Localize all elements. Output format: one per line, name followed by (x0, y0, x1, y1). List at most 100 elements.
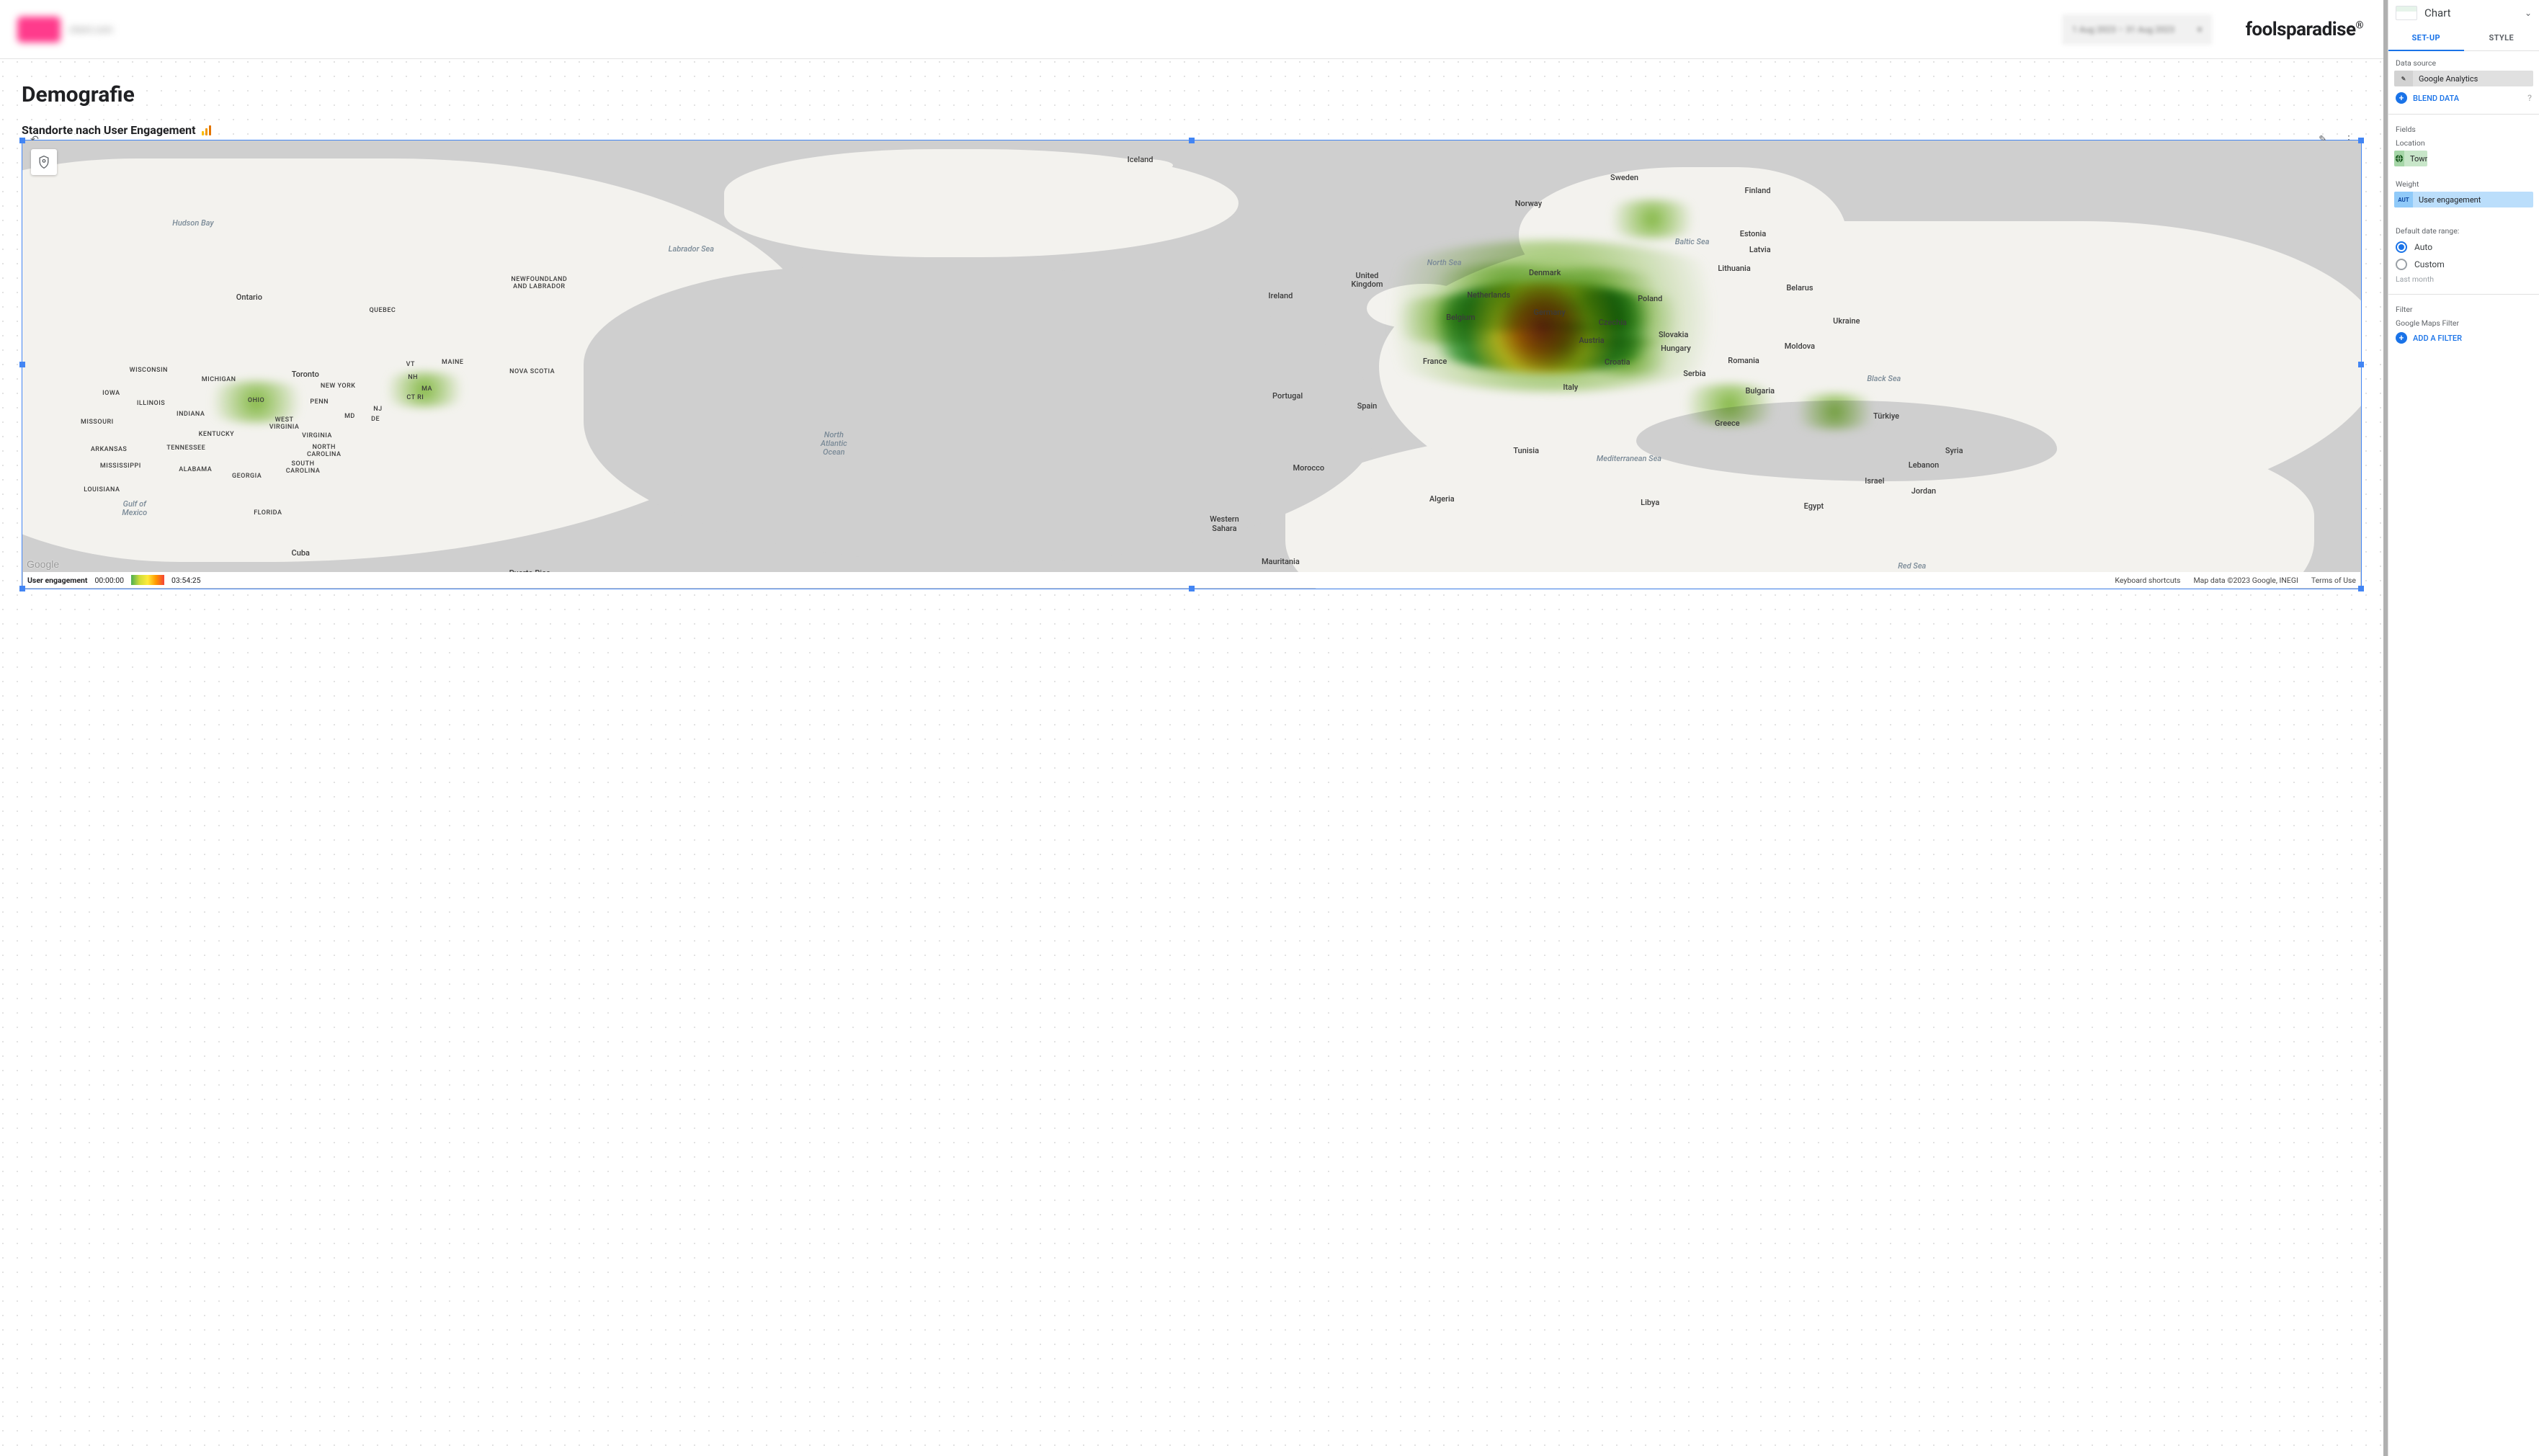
chart-type-thumb (2396, 6, 2417, 20)
date-range-text: 1 Aug 2023 – 31 Aug 2023 (2072, 24, 2174, 35)
map-label: Bulgaria (1745, 387, 1775, 396)
section-filter: Filter (2388, 298, 2539, 317)
map-label: Croatia (1605, 358, 1630, 367)
location-field-chip[interactable]: Town/City (2394, 151, 2427, 166)
map-label: Lebanon (1909, 461, 1939, 470)
chevron-down-icon[interactable]: ⌄ (2525, 8, 2532, 18)
map-label: VIRGINIA (302, 433, 332, 440)
legend-min: 00:00:00 (95, 576, 125, 585)
report-canvas[interactable]: client.com 1 Aug 2023 – 31 Aug 2023 ▾ fo… (0, 0, 2388, 1456)
map-label: Romania (1728, 357, 1759, 365)
resize-handle[interactable] (2358, 362, 2364, 367)
map-label: Red Sea (1898, 562, 1926, 571)
add-filter-button[interactable]: + ADD A FILTER (2388, 331, 2539, 351)
map-label: North Sea (1427, 259, 1462, 267)
weight-field-chip[interactable]: AUT User engagement (2394, 192, 2533, 207)
map-label: Israel (1865, 477, 1884, 486)
map-label: SOUTH CAROLINA (286, 461, 321, 475)
weight-badge: AUT (2394, 192, 2413, 207)
map-label: Ukraine (1833, 317, 1860, 326)
data-source-chip[interactable]: ✎ Google Analytics (2394, 71, 2533, 86)
panel-header[interactable]: Chart ⌄ (2388, 0, 2539, 26)
map-label: Baltic Sea (1675, 238, 1710, 246)
map-label: Labrador Sea (669, 245, 714, 254)
map-label: INDIANA (177, 411, 205, 419)
page-title: Demografie (22, 82, 2362, 107)
map-label: FLORIDA (254, 510, 282, 517)
map-label: Norway (1515, 200, 1542, 208)
section-data-source: Data source (2388, 51, 2539, 71)
date-range-hint: Last month (2388, 273, 2539, 287)
map-label: Black Sea (1867, 375, 1901, 383)
agency-logo: foolsparadise® (2246, 19, 2363, 40)
map-label: Portugal (1272, 392, 1303, 401)
tab-style[interactable]: STYLE (2464, 26, 2539, 50)
map-label: VT (406, 362, 415, 369)
map-label: NOVA SCOTIA (509, 369, 555, 376)
map-label: Serbia (1683, 370, 1705, 378)
label-default-date: Default date range: (2388, 219, 2539, 238)
map-label: Latvia (1749, 246, 1771, 254)
map-label: Moldova (1785, 342, 1815, 351)
terms-link[interactable]: Terms of Use (2311, 576, 2356, 585)
map-label: MA (421, 386, 432, 393)
panel-tabs: SET-UP STYLE (2388, 26, 2539, 51)
google-map[interactable]: IcelandSwedenNorwayFinlandEstoniaLatviaL… (22, 140, 2361, 589)
report-body[interactable]: Demografie Standorte nach User Engagemen… (0, 59, 2383, 1456)
chevron-down-icon: ▾ (2197, 24, 2202, 35)
radio-on-icon (2396, 241, 2407, 253)
map-label: Estonia (1740, 230, 1767, 238)
map-label: Netherlands (1467, 291, 1510, 300)
resize-handle[interactable] (2358, 138, 2364, 143)
map-label: Ireland (1268, 292, 1293, 300)
resize-handle[interactable] (2358, 586, 2364, 591)
date-range-auto[interactable]: Auto (2388, 238, 2539, 256)
map-label: Jordan (1911, 487, 1936, 496)
map-label: TENNESSEE (166, 445, 205, 452)
report-header: client.com 1 Aug 2023 – 31 Aug 2023 ▾ fo… (0, 0, 2383, 59)
map-label: Germany (1533, 308, 1565, 317)
map-label: Iceland (1128, 156, 1154, 164)
help-icon[interactable]: ? (2527, 93, 2532, 103)
map-label: Hudson Bay (172, 219, 213, 228)
keyboard-shortcuts-link[interactable]: Keyboard shortcuts (2115, 576, 2180, 585)
map-label: Slovakia (1659, 331, 1688, 339)
map-label: NEW YORK (321, 383, 356, 390)
google-logo: Google (27, 558, 59, 570)
map-label: MAINE (442, 359, 463, 367)
map-label: Morocco (1293, 464, 1325, 473)
map-label: IOWA (102, 390, 120, 398)
map-label: Finland (1745, 187, 1771, 195)
map-label: CT RI (406, 395, 424, 402)
resize-handle[interactable] (19, 362, 25, 367)
resize-handle[interactable] (1189, 138, 1195, 143)
blend-data-button[interactable]: + BLEND DATA ? (2388, 91, 2539, 111)
map-label: Mauritania (1262, 558, 1300, 566)
map-label: QUEBEC (369, 308, 396, 315)
legend-max: 03:54:25 (171, 576, 201, 585)
plus-circle-icon: + (2396, 92, 2407, 104)
map-label: Italy (1563, 383, 1578, 392)
section-fields: Fields (2388, 117, 2539, 137)
date-range-picker[interactable]: 1 Aug 2023 – 31 Aug 2023 ▾ (2062, 14, 2212, 45)
map-label: Libya (1641, 499, 1659, 507)
map-label: Ontario (236, 293, 262, 302)
map-label: Tunisia (1513, 447, 1539, 455)
tab-setup[interactable]: SET-UP (2388, 26, 2464, 51)
pencil-icon: ✎ (2394, 71, 2413, 86)
locate-button[interactable] (31, 149, 57, 175)
map-label: WISCONSIN (130, 367, 168, 375)
map-label: MICHIGAN (202, 377, 236, 384)
label-location: Location (2388, 137, 2539, 151)
map-label: OHIO (248, 398, 264, 405)
map-chart[interactable]: ↶ ✎ ⋮ Icela (22, 140, 2362, 589)
map-label: Toronto (292, 370, 319, 379)
plus-circle-icon: + (2396, 332, 2407, 344)
resize-handle[interactable] (1189, 586, 1195, 591)
resize-handle[interactable] (19, 138, 25, 143)
resize-handle[interactable] (19, 586, 25, 591)
radio-off-icon (2396, 259, 2407, 270)
date-range-custom[interactable]: Custom (2388, 256, 2539, 273)
map-label: Western Sahara (1210, 515, 1239, 532)
map-label: MD (344, 414, 355, 421)
